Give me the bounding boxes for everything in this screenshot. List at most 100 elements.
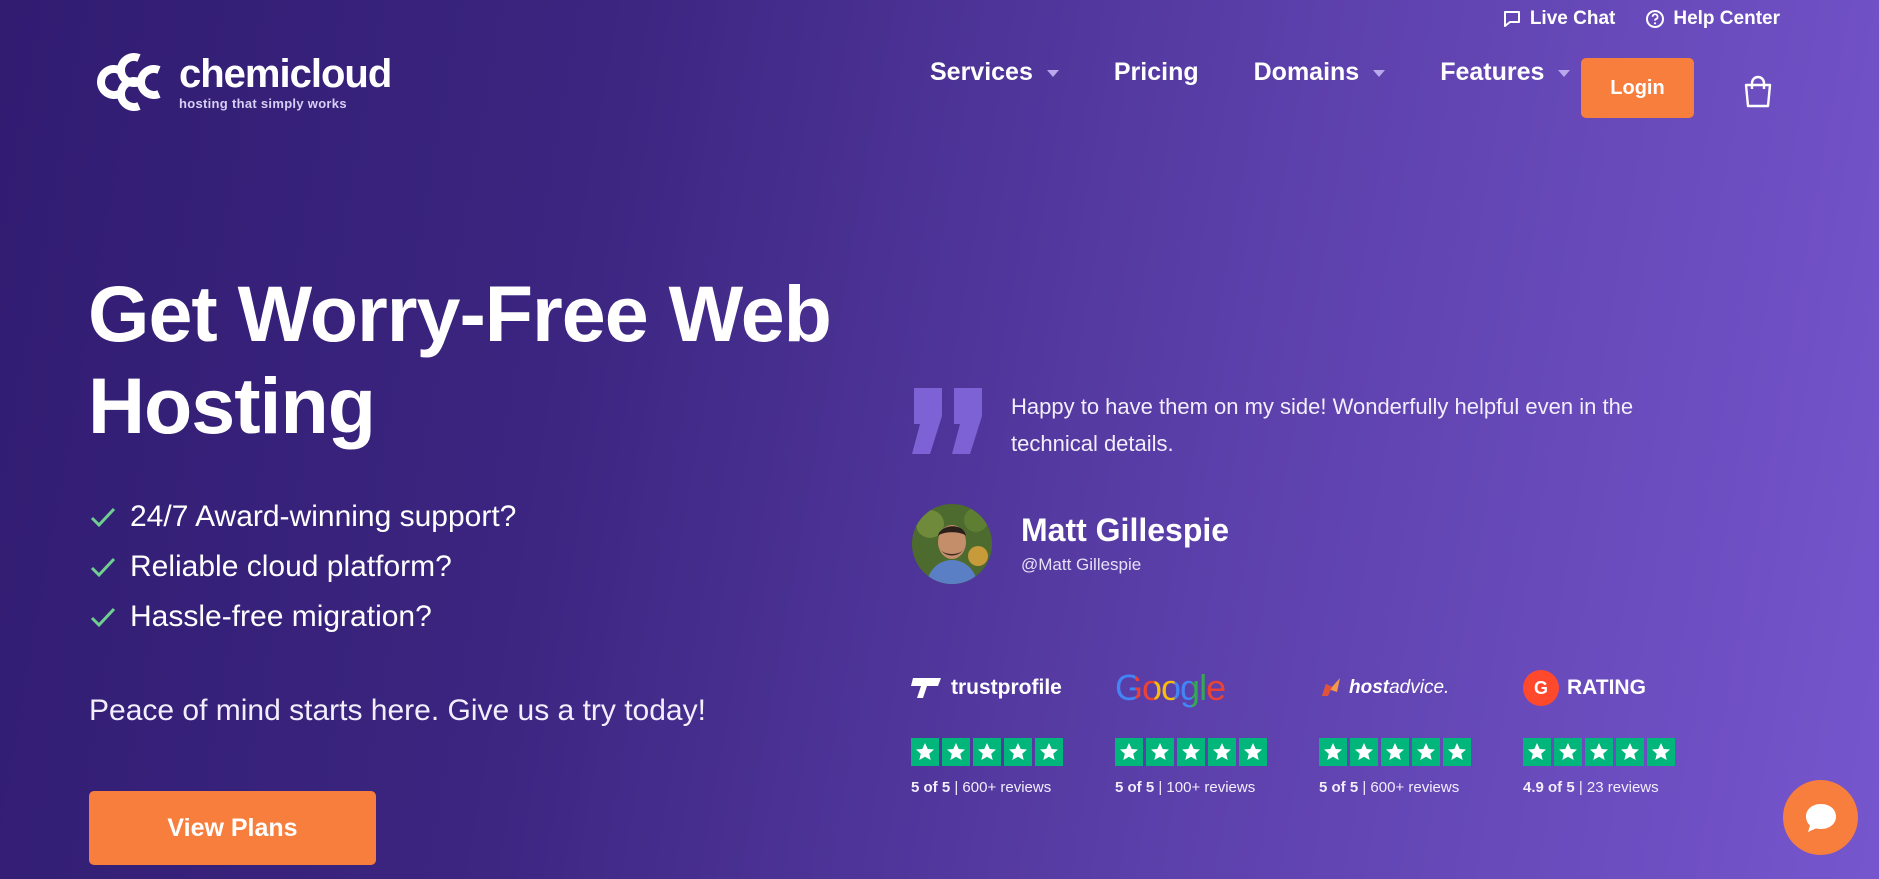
score-value: 5 of 5 [1115, 779, 1155, 796]
star-icon [973, 738, 1001, 766]
nav-services[interactable]: Services [930, 58, 1059, 87]
review-google[interactable]: Google 5 of 5 | 100+ reviews [1115, 667, 1319, 796]
star-icon [1443, 738, 1471, 766]
star-icon [1146, 738, 1174, 766]
live-chat-link[interactable]: Live Chat [1502, 8, 1616, 30]
review-score: 5 of 5 | 600+ reviews [1319, 779, 1460, 796]
star-rating [1319, 738, 1523, 766]
quote-icon [912, 388, 982, 454]
review-trustprofile[interactable]: trustprofile 5 of 5 | 600+ reviews [911, 668, 1115, 796]
login-button[interactable]: Login [1581, 58, 1694, 118]
score-value: 5 of 5 [911, 779, 951, 796]
logo-tagline: hosting that simply works [179, 95, 347, 111]
check-label: Reliable cloud platform? [130, 550, 452, 583]
hostadvice-logo: hostadvice. [1319, 668, 1523, 708]
star-icon [911, 738, 939, 766]
hostadvice-wordmark: hostadvice. [1349, 677, 1449, 699]
hostadvice-rest: advice. [1389, 677, 1450, 698]
hostadvice-bold: host [1349, 677, 1390, 698]
review-g2[interactable]: G RATING 4.9 of 5 | 23 reviews [1523, 668, 1727, 796]
avatar [912, 504, 992, 584]
star-icon [1616, 738, 1644, 766]
caret-down-icon [1558, 70, 1571, 77]
feature-checklist: 24/7 Award-winning support? Reliable clo… [90, 492, 516, 642]
score-value: 5 of 5 [1319, 779, 1359, 796]
star-icon [1035, 738, 1063, 766]
star-icon [1585, 738, 1613, 766]
review-count: 600+ reviews [1370, 779, 1460, 796]
logo-mark-icon [97, 53, 161, 111]
star-icon [1350, 738, 1378, 766]
score-value: 4.9 of 5 [1523, 779, 1575, 796]
check-icon [90, 557, 116, 578]
hero-subtitle: Peace of mind starts here. Give us a try… [89, 694, 706, 727]
nav-domains-label: Domains [1253, 58, 1360, 86]
hero-title: Get Worry-Free Web Hosting [88, 268, 888, 452]
nav-pricing-label: Pricing [1113, 58, 1199, 86]
view-plans-button[interactable]: View Plans [89, 791, 376, 865]
review-score: 4.9 of 5 | 23 reviews [1523, 779, 1659, 796]
nav-services-label: Services [930, 58, 1033, 86]
chat-icon [1503, 11, 1520, 27]
check-icon [90, 607, 116, 628]
star-icon [1412, 738, 1440, 766]
g2-icon: G [1523, 670, 1559, 706]
testimonial-author: Matt Gillespie [1021, 512, 1230, 548]
star-icon [1523, 738, 1551, 766]
list-item: Reliable cloud platform? [90, 542, 516, 592]
star-icon [1381, 738, 1409, 766]
star-icon [1647, 738, 1675, 766]
check-icon [90, 507, 116, 528]
logo[interactable]: chemicloud hosting that simply works [89, 48, 392, 116]
star-icon [1554, 738, 1582, 766]
nav-features[interactable]: Features [1440, 58, 1571, 87]
help-circle-icon [1646, 10, 1665, 28]
hero-title-line2: Hosting [88, 361, 376, 450]
help-center-link[interactable]: Help Center [1645, 8, 1780, 30]
review-score: 5 of 5 | 100+ reviews [1115, 779, 1256, 796]
g2-label: RATING [1567, 676, 1646, 699]
star-icon [1239, 738, 1267, 766]
star-rating [1523, 738, 1727, 766]
check-label: Hassle-free migration? [130, 600, 432, 633]
nav-features-label: Features [1440, 58, 1545, 86]
star-icon [1177, 738, 1205, 766]
chat-widget-button[interactable] [1783, 780, 1858, 855]
live-chat-label: Live Chat [1529, 8, 1616, 29]
star-icon [1208, 738, 1236, 766]
review-badges: trustprofile 5 of 5 | 600+ reviews Googl… [911, 667, 1727, 796]
trustprofile-icon [911, 678, 941, 698]
list-item: 24/7 Award-winning support? [90, 492, 516, 542]
star-icon [1115, 738, 1143, 766]
help-center-label: Help Center [1673, 8, 1780, 29]
caret-down-icon [1046, 70, 1059, 77]
review-count: 600+ reviews [962, 779, 1052, 796]
review-count: 23 reviews [1586, 779, 1659, 796]
star-icon [942, 738, 970, 766]
nav-pricing[interactable]: Pricing [1114, 58, 1199, 87]
caret-down-icon [1373, 70, 1386, 77]
hero-title-line1: Get Worry-Free Web [88, 269, 832, 358]
g2-logo: G RATING [1523, 668, 1727, 708]
nav-domains[interactable]: Domains [1254, 58, 1386, 87]
trustprofile-label: trustprofile [951, 676, 1062, 699]
google-wordmark: Google [1115, 667, 1226, 708]
star-icon [1319, 738, 1347, 766]
star-rating [1115, 738, 1319, 766]
testimonial-handle: @Matt Gillespie [1021, 555, 1142, 574]
chat-bubble-icon [1805, 803, 1836, 832]
review-score: 5 of 5 | 600+ reviews [911, 779, 1052, 796]
svg-text:G: G [1534, 678, 1548, 698]
hostadvice-icon [1322, 678, 1340, 696]
cart-icon[interactable] [1738, 72, 1778, 112]
review-count: 100+ reviews [1166, 779, 1256, 796]
trustprofile-logo: trustprofile [911, 668, 1115, 708]
logo-text: chemicloud hosting that simply works [179, 51, 392, 111]
logo-name: chemicloud [179, 51, 392, 96]
testimonial-quote: Happy to have them on my side! Wonderful… [1011, 394, 1634, 456]
main-nav: Services Pricing Domains Features [930, 58, 1625, 87]
star-icon [1004, 738, 1032, 766]
review-hostadvice[interactable]: hostadvice. 5 of 5 | 600+ reviews [1319, 668, 1523, 796]
check-label: 24/7 Award-winning support? [130, 500, 517, 533]
top-utility-bar: Live Chat Help Center [1502, 8, 1780, 30]
